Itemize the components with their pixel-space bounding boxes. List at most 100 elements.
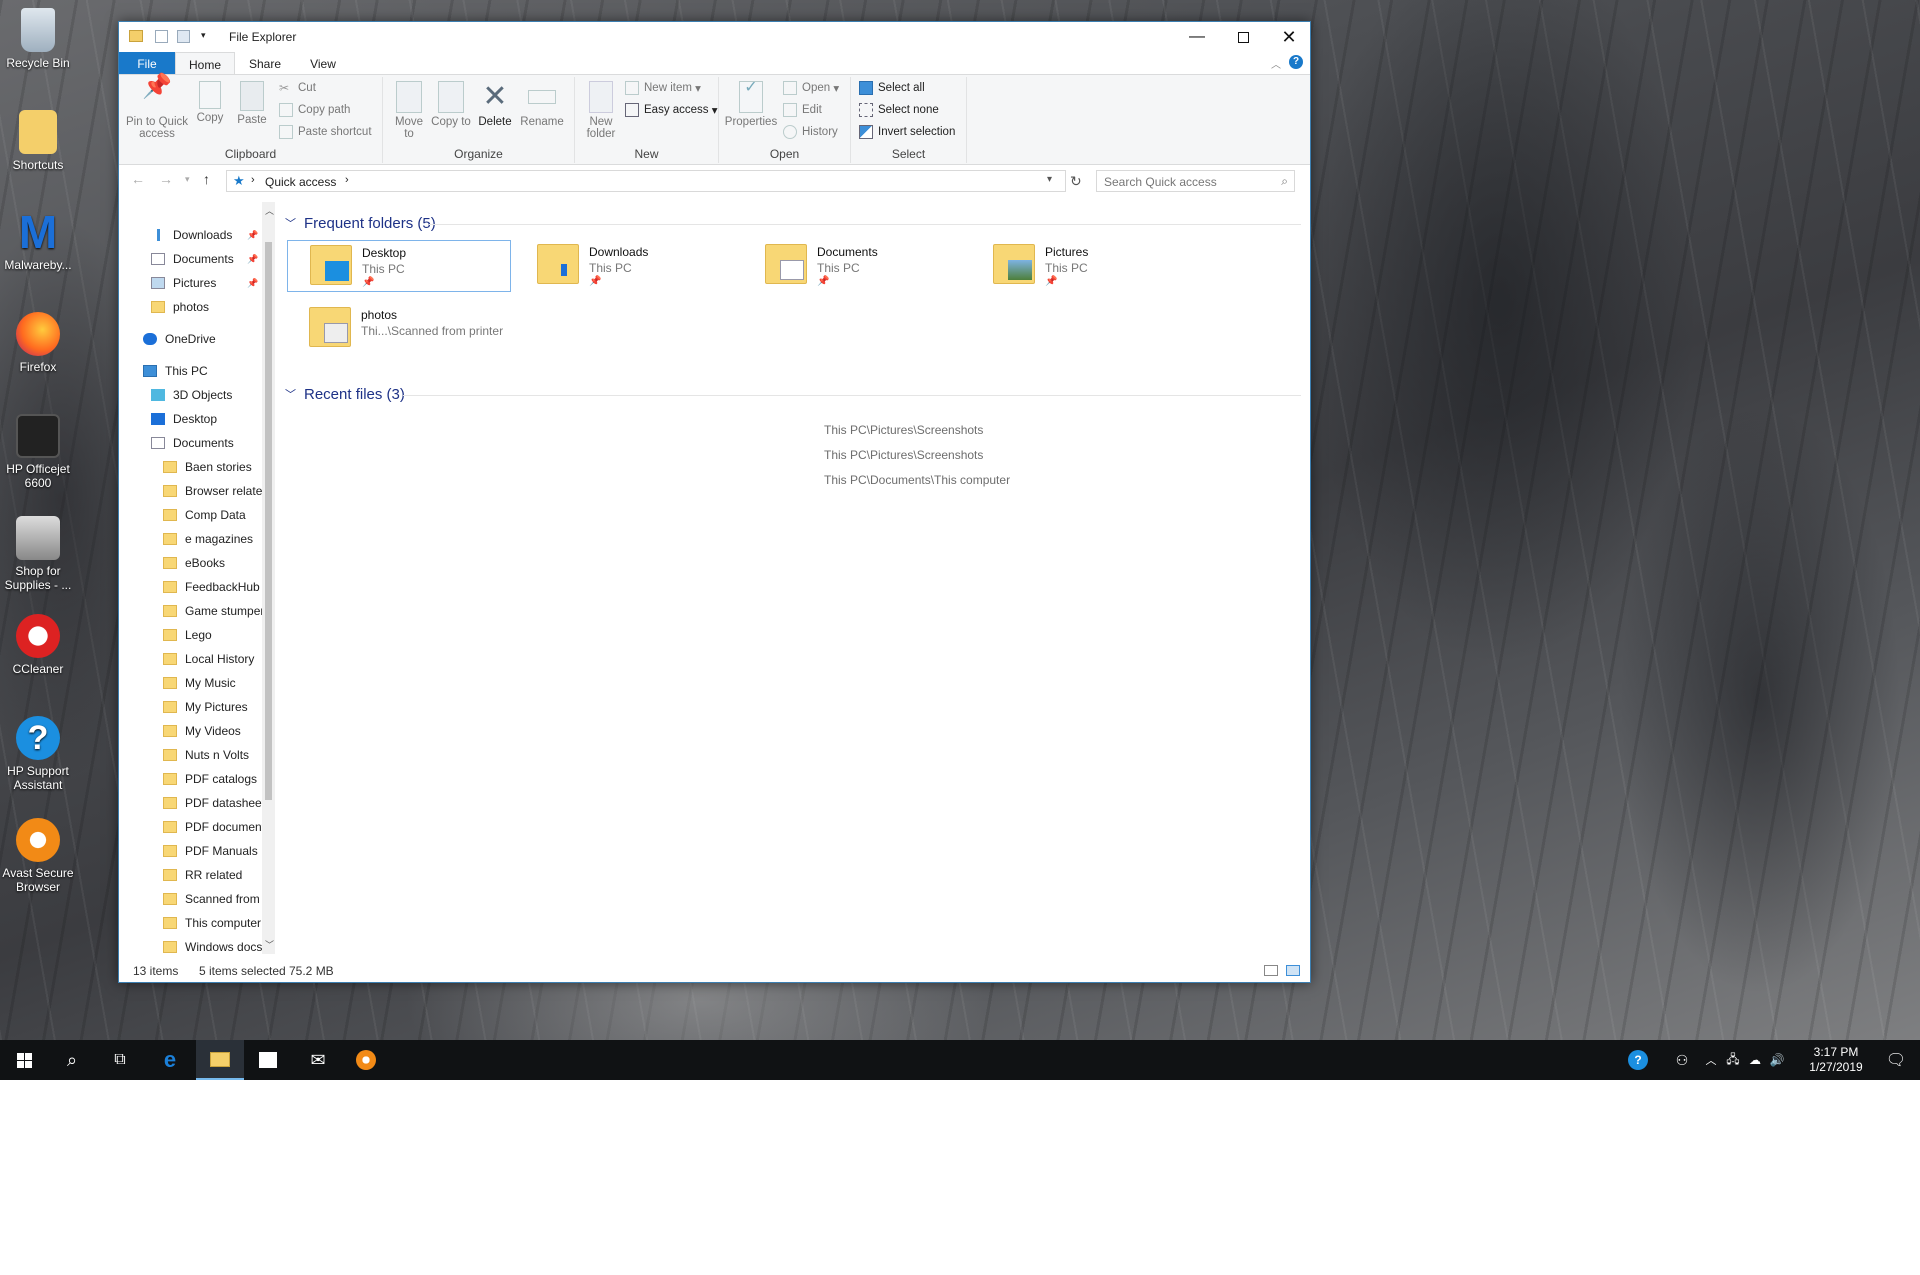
mail-taskbar-button[interactable]: ✉ (294, 1040, 342, 1080)
nav-item[interactable]: Nuts n Volts (119, 744, 267, 766)
desktop-icon-malwarebytes[interactable]: M Malwareby... (0, 209, 76, 272)
new-folder-button[interactable]: New folder (581, 81, 621, 140)
nav-item[interactable]: Game stumper (119, 600, 267, 622)
move-to-button[interactable]: Move to (389, 81, 429, 140)
properties-button[interactable]: ✓ Properties (723, 80, 779, 129)
breadcrumb-chevron-icon[interactable]: › (345, 174, 349, 186)
nav-item[interactable]: FeedbackHub (119, 576, 267, 598)
nav-item[interactable]: This PC (119, 360, 267, 382)
people-button[interactable]: ⚇ (1658, 1040, 1706, 1080)
frequent-folder-tile[interactable]: Downloads This PC 📌 (515, 240, 739, 292)
scroll-down-icon[interactable]: ﹀ (265, 938, 274, 951)
recent-file-row[interactable]: This PC\Documents\This computer (824, 473, 1010, 487)
nav-item[interactable]: Desktop (119, 408, 267, 430)
recent-file-row[interactable]: This PC\Pictures\Screenshots (824, 448, 983, 462)
search-button[interactable]: ⌕ (48, 1040, 96, 1080)
history-button[interactable]: History (783, 123, 838, 141)
easy-access-button[interactable]: Easy access ▾ (625, 101, 718, 119)
edit-button[interactable]: Edit (783, 101, 822, 119)
refresh-icon[interactable]: ↻ (1070, 173, 1082, 190)
tab-view[interactable]: View (295, 52, 351, 74)
frequent-folder-tile[interactable]: Desktop This PC 📌 (287, 240, 511, 292)
nav-item[interactable]: Documents (119, 432, 267, 454)
nav-item[interactable]: PDF datasheets (119, 792, 267, 814)
select-none-button[interactable]: Select none (859, 101, 939, 119)
nav-item[interactable]: photos (119, 296, 267, 318)
cut-button[interactable]: ✂ Cut (279, 79, 316, 97)
delete-button[interactable]: ✕ Delete (475, 81, 515, 129)
nav-item[interactable]: Scanned from (119, 888, 267, 910)
network-tray-icon[interactable]: 🖧 (1722, 1040, 1744, 1080)
maximize-button[interactable] (1220, 22, 1266, 52)
nav-item[interactable]: RR related (119, 864, 267, 886)
nav-item[interactable]: 3D Objects (119, 384, 267, 406)
nav-item[interactable]: PDF Manuals (119, 840, 267, 862)
scrollbar-thumb[interactable] (265, 242, 272, 800)
nav-item[interactable]: PDF documents (119, 816, 267, 838)
nav-item[interactable]: Lego (119, 624, 267, 646)
copy-path-button[interactable]: Copy path (279, 101, 350, 119)
nav-item[interactable]: eBooks (119, 552, 267, 574)
breadcrumb-quick-access[interactable]: Quick access (265, 175, 336, 189)
frequent-folder-tile[interactable]: Documents This PC 📌 (743, 240, 967, 292)
invert-selection-button[interactable]: Invert selection (859, 123, 955, 141)
nav-item[interactable]: Windows docs (119, 936, 267, 954)
close-button[interactable]: ✕ (1266, 22, 1312, 52)
desktop-icon-hp-officejet[interactable]: HP Officejet 6600 (0, 414, 76, 490)
forward-arrow-icon[interactable]: → (159, 171, 173, 187)
address-dropdown-icon[interactable]: ▾ (1047, 174, 1052, 185)
open-button[interactable]: Open ▾ (783, 79, 839, 97)
minimize-button[interactable]: — (1174, 22, 1220, 52)
onedrive-tray-icon[interactable]: ☁ (1744, 1040, 1766, 1080)
recent-locations-chevron-icon[interactable]: ▾ (185, 174, 190, 185)
nav-item[interactable]: PDF catalogs (119, 768, 267, 790)
large-icons-view-icon[interactable] (1286, 965, 1300, 976)
help-icon[interactable]: ? (1289, 55, 1303, 69)
pin-quick-access-button[interactable]: 📌 Pin to Quick access (125, 75, 189, 141)
details-view-icon[interactable] (1264, 965, 1278, 976)
nav-item[interactable]: Downloads 📌 (119, 224, 267, 246)
new-folder-quick-icon[interactable] (177, 30, 190, 43)
back-arrow-icon[interactable]: ← (131, 171, 145, 187)
properties-quick-icon[interactable] (155, 30, 168, 43)
frequent-folders-header[interactable]: ﹀ Frequent folders (5) (279, 212, 1309, 234)
scroll-up-icon[interactable]: ︿ (265, 204, 274, 217)
desktop-icon-shortcuts[interactable]: Shortcuts (0, 110, 76, 172)
avast-taskbar-button[interactable] (342, 1040, 390, 1080)
nav-item[interactable]: This computer (119, 912, 267, 934)
nav-item[interactable]: Baen stories (119, 456, 267, 478)
minimize-ribbon-icon[interactable]: ︿ (1271, 56, 1281, 71)
nav-item[interactable]: Documents 📌 (119, 248, 267, 270)
nav-item[interactable]: e magazines (119, 528, 267, 550)
new-item-button[interactable]: New item ▾ (625, 79, 701, 97)
action-center-button[interactable]: 🗨 (1872, 1040, 1920, 1080)
desktop-icon-recycle-bin[interactable]: Recycle Bin (0, 8, 76, 70)
tab-share[interactable]: Share (235, 52, 295, 74)
nav-item[interactable]: Comp Data (119, 504, 267, 526)
customize-quick-access-icon[interactable]: ▾ (201, 30, 206, 41)
hp-support-tray-button[interactable]: ? (1614, 1040, 1662, 1080)
show-hidden-icons-button[interactable]: ︿ (1700, 1040, 1722, 1080)
desktop-icon-shop-supplies[interactable]: Shop for Supplies - ... (0, 516, 76, 592)
nav-item[interactable]: My Pictures (119, 696, 267, 718)
copy-button[interactable]: Copy (191, 81, 229, 124)
tab-file[interactable]: File (119, 52, 175, 74)
paste-shortcut-button[interactable]: Paste shortcut (279, 123, 372, 141)
recent-files-header[interactable]: ﹀ Recent files (3) (279, 383, 1309, 405)
rename-button[interactable]: Rename (519, 81, 565, 128)
up-arrow-icon[interactable]: ↑ (203, 171, 210, 187)
file-explorer-taskbar-button[interactable] (196, 1040, 244, 1080)
task-view-button[interactable]: ⧉ (96, 1040, 144, 1080)
frequent-folder-tile[interactable]: Pictures This PC 📌 (971, 240, 1195, 292)
select-all-button[interactable]: Select all (859, 79, 925, 97)
volume-tray-icon[interactable]: 🔊 (1766, 1040, 1788, 1080)
desktop-icon-ccleaner[interactable]: CCleaner (0, 614, 76, 676)
breadcrumb-chevron-icon[interactable]: › (251, 174, 255, 186)
store-taskbar-button[interactable] (244, 1040, 292, 1080)
tab-home[interactable]: Home (175, 52, 235, 74)
edge-taskbar-button[interactable]: e (146, 1040, 194, 1080)
nav-item[interactable]: Pictures 📌 (119, 272, 267, 294)
desktop-icon-avast-browser[interactable]: Avast Secure Browser (0, 818, 76, 894)
nav-scrollbar[interactable]: ︿ ﹀ (262, 202, 275, 954)
nav-item[interactable]: My Videos (119, 720, 267, 742)
